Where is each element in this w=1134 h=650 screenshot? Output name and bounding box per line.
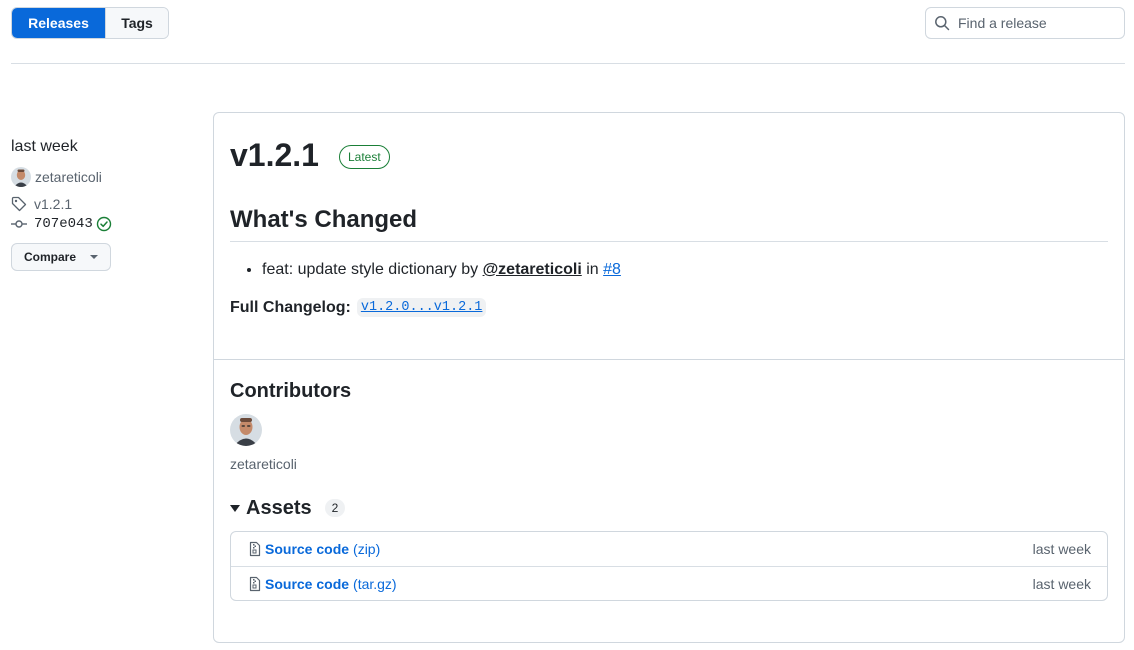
commit-icon <box>11 220 27 228</box>
change-in: in <box>586 261 599 278</box>
assets-heading: Assets <box>246 497 312 519</box>
whats-changed-heading: What's Changed <box>230 205 1108 242</box>
search-icon <box>935 16 950 31</box>
commit-sha[interactable]: 707e043 <box>34 216 93 232</box>
change-text: feat: update style dictionary by <box>262 261 479 278</box>
latest-badge: Latest <box>338 145 390 169</box>
release-meta: last week zetareticoli v1.2.1 707e043 Co… <box>11 138 201 271</box>
change-list: feat: update style dictionary by @zetare… <box>230 258 1108 282</box>
compare-link[interactable]: v1.2.0...v1.2.1 <box>361 300 483 315</box>
assets-toggle[interactable]: Assets 2 <box>230 494 1108 522</box>
release-date[interactable]: last week <box>11 138 201 156</box>
contributors-heading: Contributors <box>230 380 352 402</box>
changelog-code: v1.2.0...v1.2.1 <box>356 298 487 317</box>
author-name[interactable]: zetareticoli <box>35 169 102 185</box>
avatar[interactable] <box>230 414 262 446</box>
asset-time: last week <box>1032 541 1091 557</box>
avatar <box>11 167 31 187</box>
release-toolbar: Releases Tags <box>11 7 1125 39</box>
mention-link[interactable]: @zetareticoli <box>483 261 582 278</box>
header-divider <box>11 63 1125 64</box>
list-item[interactable]: Source code (zip) last week <box>231 532 1107 566</box>
release-title[interactable]: v1.2.1 <box>230 135 319 175</box>
assets-count-badge: 2 <box>324 499 346 517</box>
releases-tags-toggle: Releases Tags <box>11 7 169 39</box>
contributor-name[interactable]: zetareticoli <box>230 456 1108 472</box>
asset-link[interactable]: Source code <box>265 576 349 592</box>
list-item[interactable]: Source code (tar.gz) last week <box>231 566 1107 600</box>
compare-label: Compare <box>24 250 77 264</box>
release-body: v1.2.1 Latest What's Changed feat: updat… <box>214 113 1124 360</box>
asset-time: last week <box>1032 575 1091 592</box>
search-input[interactable] <box>958 15 1118 31</box>
release-tag[interactable]: v1.2.1 <box>11 196 201 212</box>
asset-link[interactable]: Source code <box>265 541 349 557</box>
tag-icon <box>11 196 27 212</box>
release-title-row: v1.2.1 Latest <box>230 135 1108 175</box>
contributors-section: Contributors zetareticoli Assets 2 Sourc… <box>214 360 1124 601</box>
file-zip-icon <box>249 576 261 591</box>
full-changelog: Full Changelog: v1.2.0...v1.2.1 <box>230 298 1108 317</box>
list-item: feat: update style dictionary by @zetare… <box>262 258 1108 282</box>
release-commit[interactable]: 707e043 <box>11 216 201 232</box>
releases-tab[interactable]: Releases <box>12 8 105 38</box>
triangle-down-icon <box>230 504 240 512</box>
pull-request-link[interactable]: #8 <box>603 261 621 278</box>
file-zip-icon <box>249 541 261 557</box>
asset-format[interactable]: (tar.gz) <box>353 576 397 592</box>
tag-label[interactable]: v1.2.1 <box>34 196 72 212</box>
release-author[interactable]: zetareticoli <box>11 167 201 187</box>
assets-list: Source code (zip) last week Source code … <box>230 531 1108 601</box>
asset-format[interactable]: (zip) <box>353 541 380 557</box>
verified-check-icon <box>96 216 112 232</box>
compare-button[interactable]: Compare <box>11 243 112 271</box>
chevron-down-icon <box>90 255 99 259</box>
full-changelog-label: Full Changelog: <box>230 298 351 316</box>
release-card: v1.2.1 Latest What's Changed feat: updat… <box>213 112 1125 643</box>
tags-tab[interactable]: Tags <box>105 8 168 38</box>
find-release-search[interactable] <box>925 7 1125 39</box>
